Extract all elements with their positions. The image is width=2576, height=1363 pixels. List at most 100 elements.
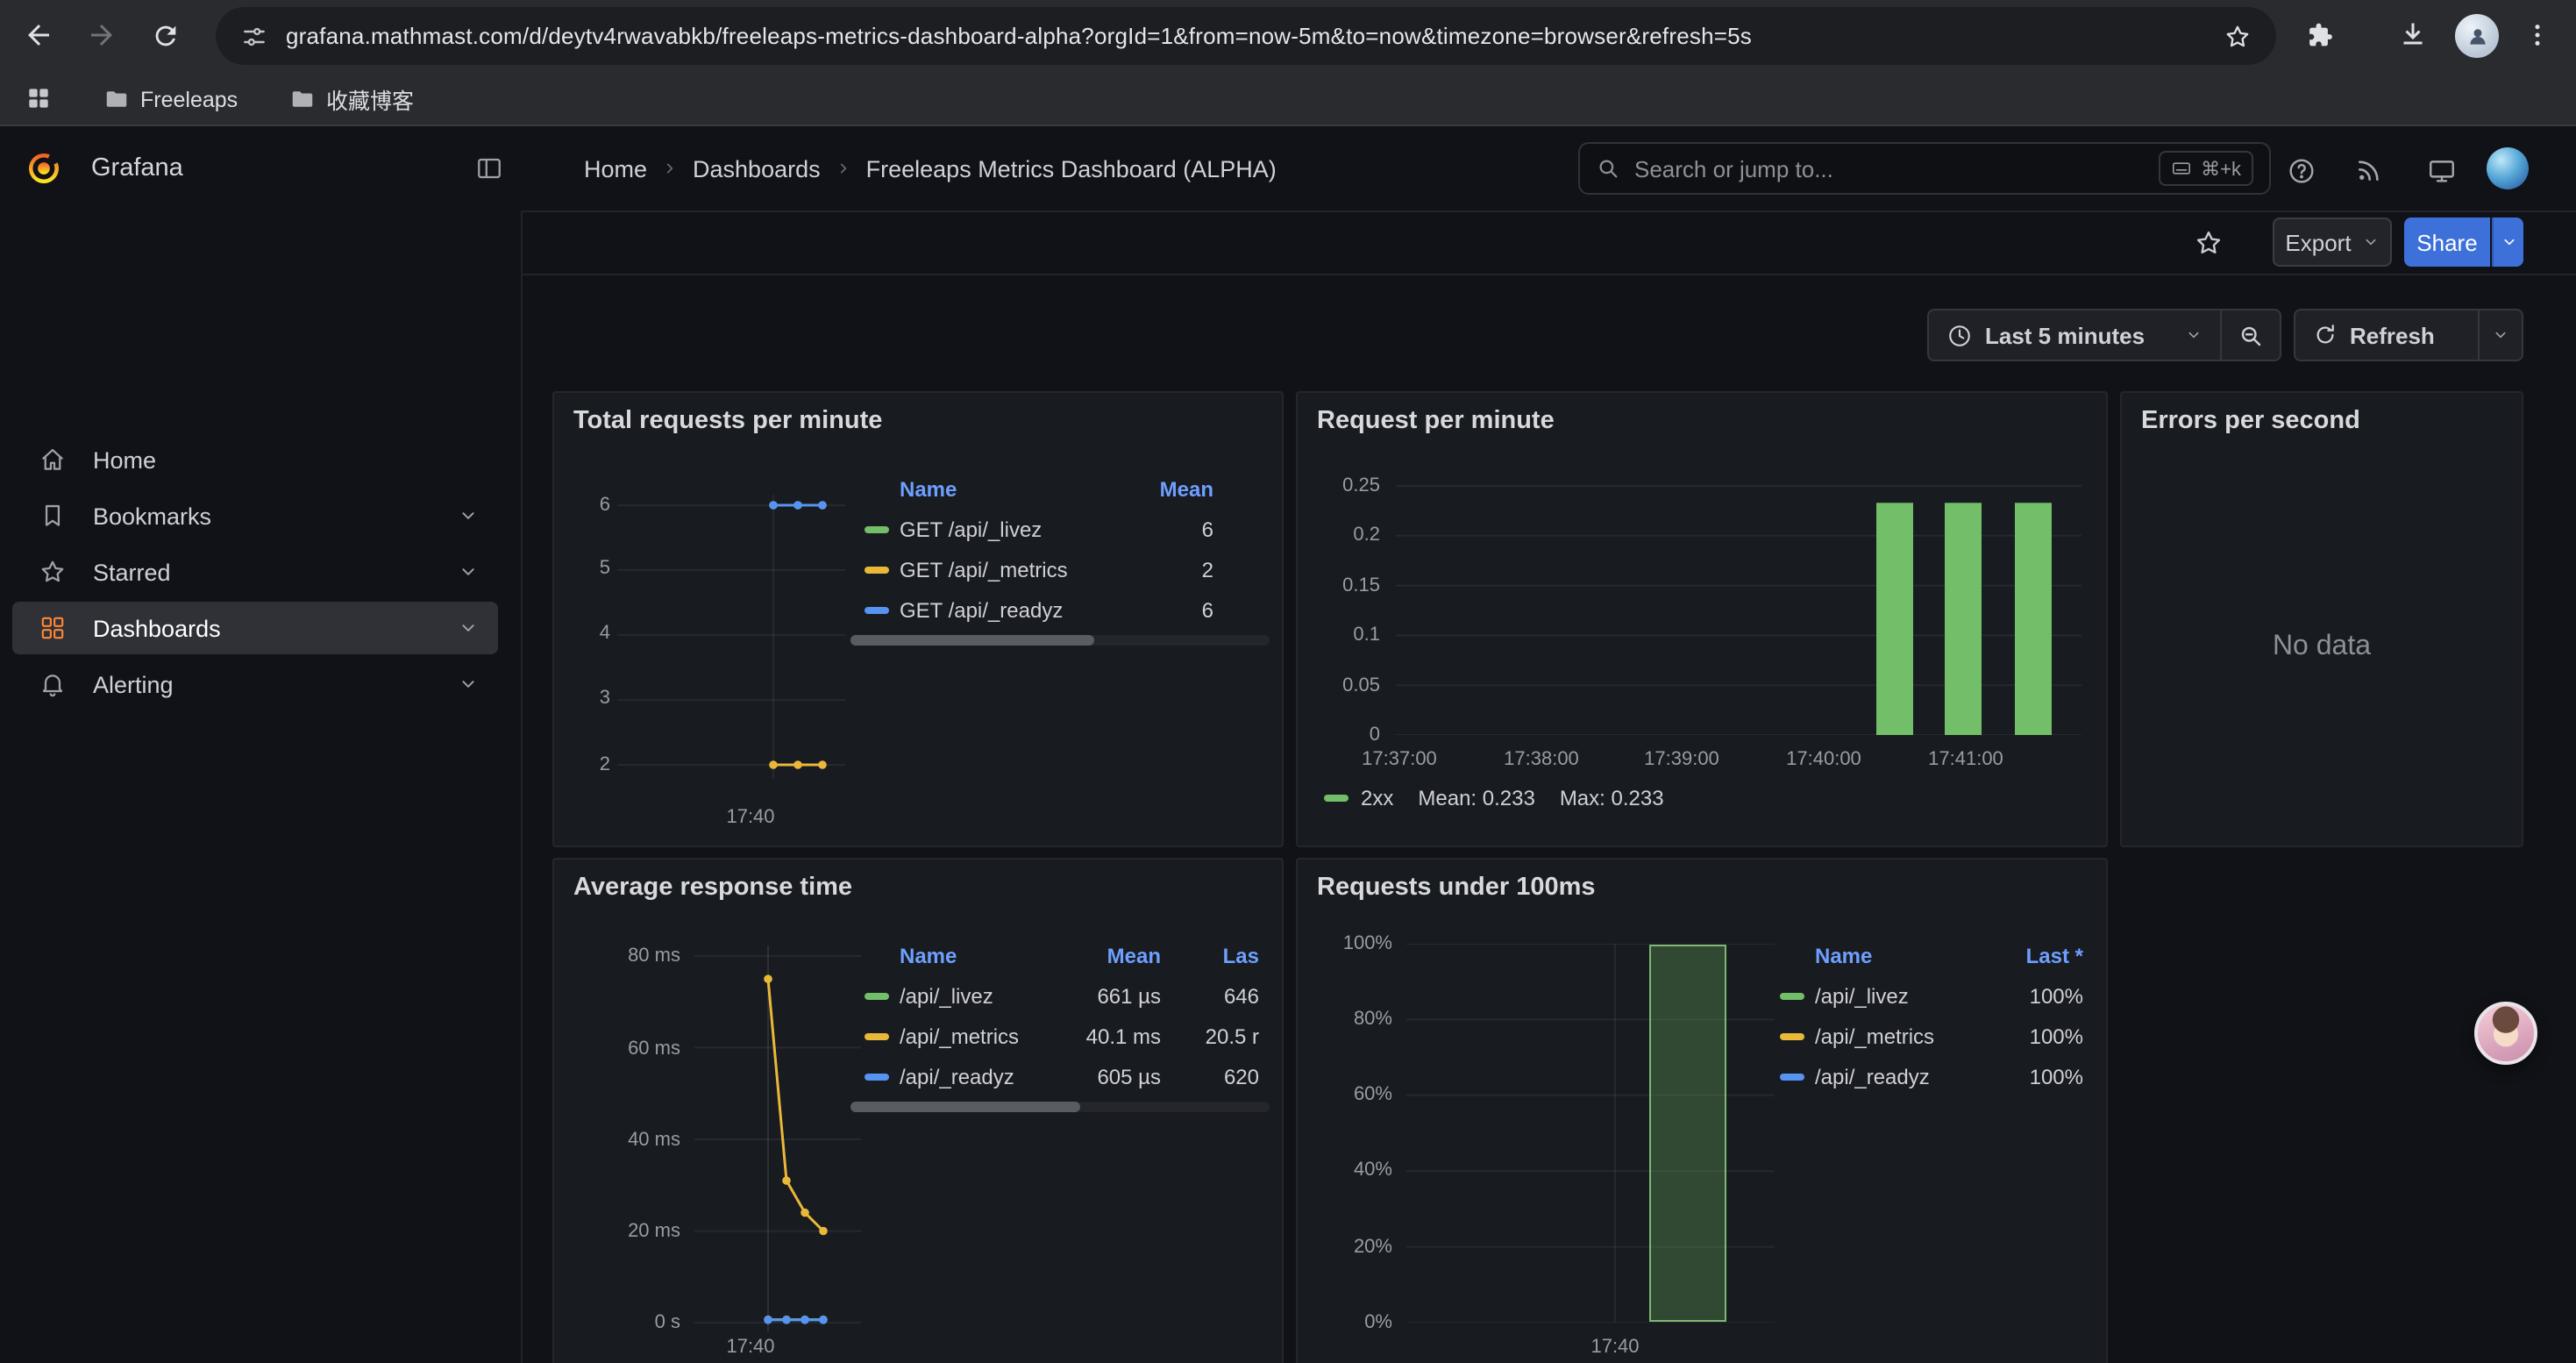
panel-title[interactable]: Total requests per minute — [573, 407, 882, 435]
legend-header-name[interactable]: Name — [1815, 944, 1872, 968]
series-name[interactable]: GET /api/_livez — [900, 517, 1042, 541]
puzzle-icon — [2306, 21, 2334, 49]
legend-header-mean[interactable]: Mean — [1107, 944, 1161, 968]
url-bar[interactable]: grafana.mathmast.com/d/deytv4rwavabkb/fr… — [216, 7, 2276, 65]
legend-header-name[interactable]: Name — [900, 944, 957, 968]
legend-row: /api/_metrics 40.1 ms 20.5 r — [850, 1016, 1270, 1056]
chevron-down-icon[interactable] — [458, 674, 479, 695]
series-name[interactable]: /api/_metrics — [1815, 1024, 1934, 1048]
under-100ms-chart[interactable] — [1406, 944, 1775, 1323]
grafana-logo[interactable] — [26, 151, 61, 186]
sidebar-item-label: Starred — [93, 559, 171, 585]
news-rss-icon[interactable] — [2350, 151, 2388, 189]
assistant-avatar[interactable] — [2474, 1002, 2537, 1065]
y-tick: 0.1 — [1310, 624, 1380, 646]
y-tick: 0.05 — [1310, 675, 1380, 696]
share-dropdown[interactable] — [2492, 218, 2523, 267]
header-divider — [523, 211, 2576, 212]
refresh-controls: Refresh — [2294, 309, 2523, 361]
chevron-down-icon[interactable] — [458, 561, 479, 582]
chevron-down-icon[interactable] — [458, 617, 479, 639]
bookmark-star-icon[interactable] — [2224, 22, 2252, 50]
toolbar-divider — [523, 274, 2576, 275]
dashboards-grid-icon — [39, 614, 67, 642]
bookmark-label: Freeleaps — [140, 87, 238, 111]
sidebar-item-bookmarks[interactable]: Bookmarks — [12, 489, 498, 542]
search-input[interactable]: Search or jump to... ⌘+k — [1578, 142, 2271, 195]
sidebar-item-starred[interactable]: Starred — [12, 546, 498, 598]
time-range-label: Last 5 minutes — [1985, 322, 2145, 348]
site-info-icon[interactable] — [240, 22, 268, 50]
breadcrumb-dashboards[interactable]: Dashboards — [693, 155, 821, 182]
legend-row: GET /api/_livez 6 — [850, 509, 1270, 549]
brand-name: Grafana — [91, 126, 183, 211]
legend-scrollbar-thumb[interactable] — [850, 635, 1093, 646]
series-name[interactable]: GET /api/_readyz — [900, 597, 1063, 622]
export-button[interactable]: Export — [2273, 218, 2392, 267]
time-range-picker[interactable]: Last 5 minutes — [1929, 310, 2220, 360]
series-swatch — [865, 1073, 889, 1080]
reload-button[interactable] — [140, 11, 189, 60]
requests-per-minute-chart[interactable] — [1396, 472, 2081, 735]
legend-header-last[interactable]: Last * — [2026, 944, 2083, 968]
user-avatar[interactable] — [2487, 147, 2529, 189]
legend-scrollbar-thumb[interactable] — [850, 1102, 1081, 1112]
bookmark-folder-blogs[interactable]: 收藏博客 — [277, 79, 426, 119]
avg-response-chart[interactable] — [694, 938, 861, 1338]
panel-title[interactable]: Requests under 100ms — [1317, 874, 1596, 902]
bookmark-folder-freeleaps[interactable]: Freeleaps — [91, 79, 250, 119]
chevron-down-icon[interactable] — [458, 505, 479, 526]
series-name[interactable]: /api/_livez — [1815, 983, 1909, 1008]
legend-scrollbar[interactable] — [850, 635, 1270, 646]
y-tick: 0.25 — [1310, 475, 1380, 496]
bookmarks-bar: Freeleaps 收藏博客 — [0, 72, 2576, 126]
y-tick: 0.2 — [1310, 525, 1380, 546]
series-mean: 6 — [1202, 597, 1213, 622]
legend-header-last[interactable]: Las — [1223, 944, 1259, 968]
series-name[interactable]: /api/_livez — [900, 983, 993, 1008]
sidebar-toggle[interactable] — [465, 144, 514, 193]
series-name[interactable]: /api/_metrics — [900, 1024, 1019, 1048]
export-label: Export — [2285, 229, 2351, 255]
legend-header-mean[interactable]: Mean — [1160, 477, 1213, 502]
sidebar-item-home[interactable]: Home — [12, 433, 498, 486]
series-name[interactable]: 2xx — [1361, 786, 1393, 810]
browser-profile-avatar[interactable] — [2455, 14, 2499, 58]
y-tick: 60% — [1312, 1084, 1392, 1105]
panel-title[interactable]: Average response time — [573, 874, 852, 902]
legend-scrollbar[interactable] — [850, 1102, 1270, 1112]
panel-under-100ms: Requests under 100ms 100% 80% 60% 40% 20… — [1296, 858, 2108, 1363]
x-tick: 17:40 — [1562, 1337, 1668, 1358]
y-tick: 4 — [565, 623, 610, 644]
refresh-button[interactable]: Refresh — [2295, 310, 2478, 360]
no-data-message: No data — [2122, 632, 2522, 663]
panel-title[interactable]: Errors per second — [2141, 407, 2360, 435]
apps-grid-icon[interactable] — [25, 84, 53, 112]
breadcrumb-home[interactable]: Home — [584, 155, 647, 182]
total-requests-chart[interactable] — [617, 484, 845, 796]
favorite-star-icon[interactable] — [2183, 218, 2232, 267]
zoom-out-button[interactable] — [2222, 310, 2280, 360]
sidebar-item-alerting[interactable]: Alerting — [12, 658, 498, 710]
help-icon[interactable] — [2281, 151, 2320, 189]
bookmark-label: 收藏博客 — [326, 82, 414, 116]
forward-button[interactable] — [77, 11, 126, 60]
breadcrumb: Home Dashboards Freeleaps Metrics Dashbo… — [584, 126, 1277, 211]
series-name[interactable]: /api/_readyz — [1815, 1064, 1930, 1088]
series-name[interactable]: /api/_readyz — [900, 1064, 1014, 1088]
sidebar-item-dashboards[interactable]: Dashboards — [12, 602, 498, 654]
grafana-header: Grafana Home Dashboards Freeleaps Metric… — [0, 126, 2576, 211]
browser-menu-icon[interactable] — [2513, 11, 2562, 60]
panel-title[interactable]: Request per minute — [1317, 407, 1555, 435]
series-name[interactable]: GET /api/_metrics — [900, 557, 1068, 582]
monitor-icon[interactable] — [2422, 151, 2460, 189]
share-button[interactable]: Share — [2404, 218, 2490, 267]
downloads-icon[interactable] — [2388, 11, 2437, 60]
back-button[interactable] — [14, 11, 63, 60]
series-mean: 605 µs — [1097, 1064, 1161, 1088]
y-tick: 3 — [565, 688, 610, 709]
legend-header-name[interactable]: Name — [900, 477, 957, 502]
refresh-interval-dropdown[interactable] — [2480, 310, 2522, 360]
extensions-icon[interactable] — [2295, 11, 2345, 60]
y-tick: 5 — [565, 558, 610, 579]
